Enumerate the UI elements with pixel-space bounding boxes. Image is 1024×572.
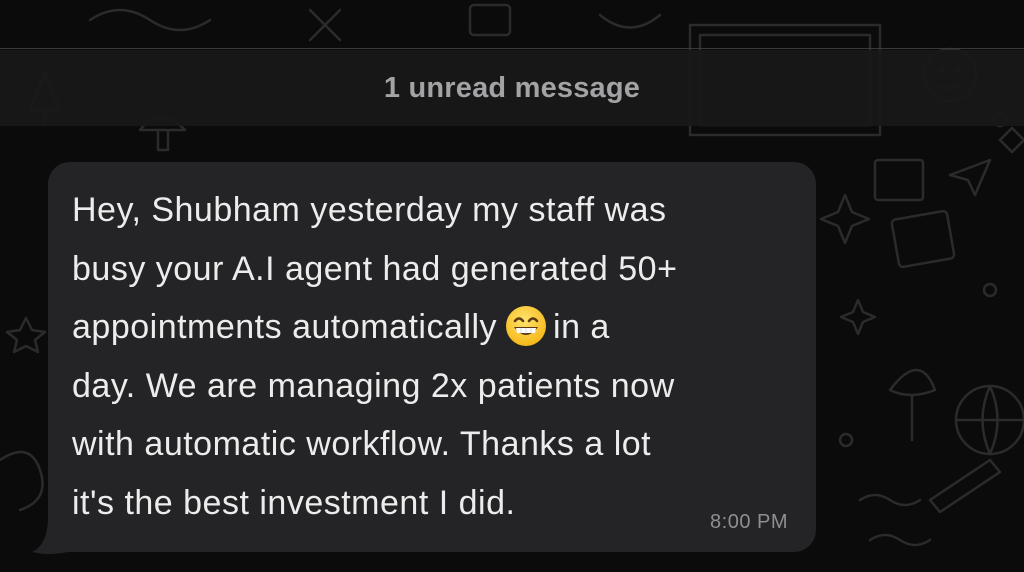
unread-messages-banner: 1 unread message — [0, 50, 1024, 126]
message-line: appointments automatically in a — [72, 298, 792, 357]
message-line: day. We are managing 2x patients now — [72, 366, 675, 405]
message-timestamp: 8:00 PM — [710, 511, 788, 533]
message-line: it's the best investment I did. — [72, 483, 516, 522]
message-line: Hey, Shubham yesterday my staff was — [72, 191, 667, 229]
message-line: with automatic workflow. Thanks a lot — [72, 425, 652, 464]
message-line-part: in a — [553, 308, 610, 347]
grinning-face-emoji-icon — [506, 306, 547, 347]
incoming-message-bubble[interactable]: Hey, Shubham yesterday my staff was busy… — [48, 162, 816, 552]
message-text: Hey, Shubham yesterday my staff was busy… — [72, 181, 792, 533]
unread-messages-label: 1 unread message — [383, 71, 641, 104]
top-divider — [0, 48, 1024, 49]
message-line: busy your A.I agent had generated 50+ — [72, 249, 678, 288]
message-line-part: appointments automatically — [72, 308, 498, 347]
